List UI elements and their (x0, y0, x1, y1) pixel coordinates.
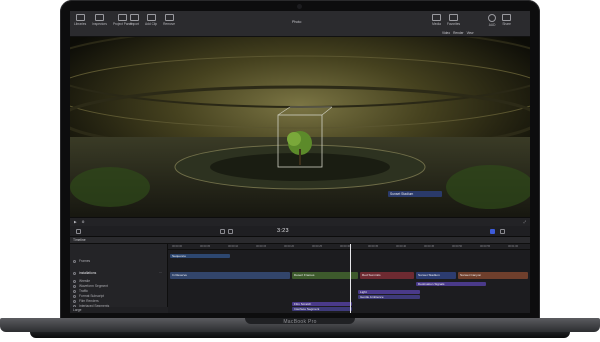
media-button[interactable]: Media (432, 14, 441, 27)
window-title: Photo (292, 20, 302, 24)
ruler-tick: 00:01:00 (508, 245, 519, 248)
ruler-tick: 00:00:50 (452, 245, 463, 248)
ruler-tick: 00:00:25 (312, 245, 323, 248)
timeline-clip[interactable]: Gentle Ambience (358, 295, 420, 299)
settings-icon[interactable]: ⚙ (82, 220, 85, 224)
timeline-index: Frames installations ⋯ Wrestle Waveform S… (70, 244, 168, 313)
ruler-tick: 00:00:15 (256, 245, 267, 248)
timeline-clip[interactable]: Light (358, 290, 420, 294)
video-chip[interactable]: Video (442, 31, 450, 35)
timeline-tracks: Sequence In Reserve Desert Frames Red Summi… (168, 250, 530, 313)
remove-icon (164, 14, 174, 21)
index-row-frames[interactable]: Frames (70, 258, 168, 264)
app-window: Libraries Inspectors Project Panel Impor… (70, 11, 530, 313)
timeline-clip[interactable]: Sunset Stadium (416, 272, 456, 279)
timeline-clip[interactable]: Destination Signals (416, 282, 486, 286)
ruler-tick: 00:00:55 (480, 245, 491, 248)
library-icon (75, 14, 85, 21)
view-chip[interactable]: View (467, 31, 474, 35)
favorites-button[interactable]: Favorites (447, 14, 460, 27)
timeline-clip[interactable]: Film Scratch (292, 302, 352, 306)
project-panel-icon (117, 14, 127, 21)
viewer (70, 37, 530, 217)
cooling-tower-image (70, 37, 530, 217)
toolbar-right-group: Media Favorites AUD Share (432, 14, 512, 27)
favorites-icon (449, 14, 459, 21)
share-button[interactable]: Share (502, 14, 512, 27)
ruler-tick: 00:00:40 (396, 245, 407, 248)
inspectors-button[interactable]: Inspectors (92, 14, 107, 26)
media-icon (432, 14, 441, 21)
audio-icon (488, 14, 497, 22)
camera-dot (297, 4, 302, 9)
more-icon[interactable]: ⋯ (159, 271, 162, 275)
dashboard: 3:23 (70, 226, 530, 237)
ruler-tick: 00:00:05 (200, 245, 211, 248)
add-clip-icon (146, 14, 156, 21)
timeline-clip[interactable]: Sequence (170, 254, 230, 258)
toolbar-left-group: Libraries Inspectors Project Panel (74, 14, 132, 26)
laptop-frame: Libraries Inspectors Project Panel Impor… (0, 0, 600, 342)
timeline-clip[interactable]: Desert Frames (292, 272, 358, 279)
render-chip[interactable]: Render (453, 31, 463, 35)
import-icon (130, 14, 140, 21)
undo-icon[interactable] (76, 229, 81, 234)
timecode-display: 3:23 (277, 228, 289, 234)
select-tool-icon[interactable] (220, 229, 225, 234)
ruler-tick: 00:00:10 (228, 245, 239, 248)
remove-button[interactable]: Remove (163, 14, 175, 26)
audio-button[interactable]: AUD (488, 14, 497, 27)
view-chips: Video Render View (442, 31, 473, 35)
ruler-tick: 00:00:45 (424, 245, 435, 248)
add-clip-button[interactable]: Add Clip (145, 14, 157, 26)
ruler-tick: 00:00:00 (172, 245, 183, 248)
toolbar: Libraries Inspectors Project Panel Impor… (70, 11, 530, 37)
inspector-icon (95, 14, 105, 21)
base-bottom (30, 332, 570, 338)
import-button[interactable]: Import (130, 14, 139, 26)
playhead[interactable] (350, 244, 351, 313)
transport-icon[interactable]: ▶ (74, 220, 77, 224)
viewer-footer: ▶ ⚙ ⤢ (70, 217, 530, 226)
timeline-clip[interactable]: Interface Segment (292, 307, 352, 311)
timeline-clip[interactable]: Red Summits (360, 272, 414, 279)
libraries-button[interactable]: Libraries (74, 14, 86, 26)
timeline-clip[interactable]: Sunset Canyon (458, 272, 528, 279)
fullscreen-icon[interactable]: ⤢ (523, 220, 526, 224)
snapping-icon[interactable] (490, 229, 495, 234)
ruler-tick: 00:00:35 (368, 245, 379, 248)
index-footer[interactable]: Large (70, 307, 168, 313)
index-row-installations[interactable]: installations ⋯ (70, 270, 168, 276)
brand-label: MacBook Pro (283, 319, 317, 325)
viewer-image (70, 37, 530, 217)
laptop-base: MacBook Pro (0, 318, 600, 342)
timeline-header: Timeline (70, 237, 530, 244)
viewer-clip-badge: Sunset Stadium (388, 191, 442, 197)
role-indicator-icon (73, 271, 76, 275)
role-indicator-icon (73, 259, 76, 263)
skimming-icon[interactable] (500, 229, 505, 234)
trim-tool-icon[interactable] (228, 229, 233, 234)
share-icon (502, 14, 512, 21)
ruler-tick: 00:00:20 (284, 245, 295, 248)
timeline-clip[interactable]: In Reserve (170, 272, 290, 279)
timeline-title: Timeline (73, 238, 86, 242)
ruler-tick: 00:00:30 (340, 245, 351, 248)
toolbar-mid-group: Import Add Clip Remove (130, 14, 175, 26)
